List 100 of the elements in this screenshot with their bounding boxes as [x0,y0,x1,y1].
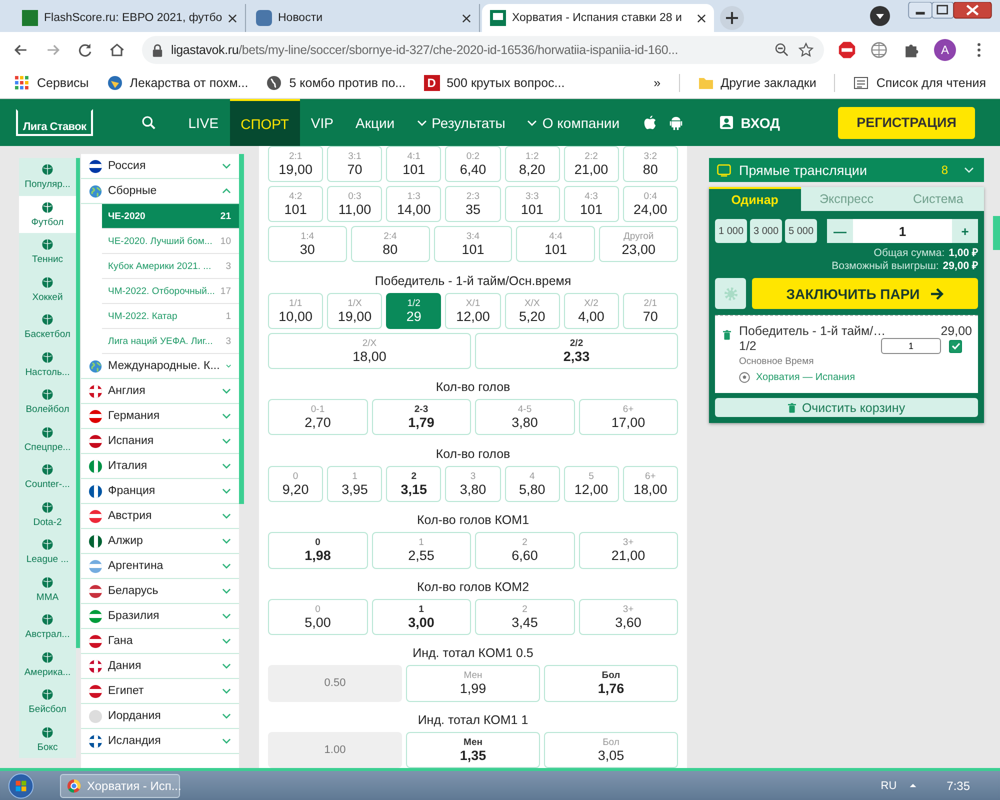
country-item[interactable]: Исландия [81,729,239,754]
sport-item[interactable]: Америка... [19,646,76,683]
nav-link[interactable]: О компании [516,99,631,146]
odds-button[interactable]: 4:2 101 [268,186,324,222]
country-item[interactable]: Международные. К... [81,354,239,379]
sport-item[interactable]: MMA [19,570,76,608]
country-item[interactable]: Франция [81,479,239,504]
login-button[interactable]: ВХОД [720,114,780,130]
odds-button[interactable]: 4:1 101 [386,146,442,182]
odds-button[interactable]: 2-3 1,79 [372,399,471,436]
sport-item[interactable]: Волейбол [19,383,76,420]
country-item[interactable]: Дания [81,654,239,679]
address-bar[interactable]: ligastavok.ru/bets/my-line/soccer/sbornye-id-327/che-2020-id-16536/horwatiia-ispaniia-id-160... [142,36,824,64]
odds-button[interactable]: 1 3,95 [327,466,382,502]
language-indicator[interactable]: RU [880,780,897,792]
sport-item[interactable]: League ... [19,533,76,570]
odds-button[interactable]: 1/X 19,00 [327,292,382,329]
bookmark[interactable]: 5 комбо против по... [266,75,406,91]
quick-amount-button[interactable]: 3 000 [750,219,782,243]
close-icon[interactable] [462,14,471,22]
tray-expand-icon[interactable] [908,783,917,788]
profile-avatar[interactable]: A [934,39,956,61]
clear-slip-button[interactable]: Очистить корзину [715,398,978,417]
plus-button[interactable]: + [952,219,978,243]
start-button[interactable] [8,772,34,798]
odds-button[interactable]: Мен 1,35 [406,732,540,768]
new-tab-icon[interactable] [720,6,744,30]
apple-icon[interactable] [642,114,657,130]
bookmark[interactable]: Сервисы [14,75,89,91]
odds-button[interactable]: 1 2,55 [372,532,471,568]
bookmark[interactable]: D 500 крутых вопрос... [424,75,565,91]
scrollbar-thumb[interactable] [76,158,80,648]
odds-button[interactable]: 3 3,80 [445,466,501,502]
odds-button[interactable]: 2/1 70 [622,292,678,329]
odds-button[interactable]: X/X 5,20 [504,292,560,329]
stake-field[interactable]: 1 [881,338,941,354]
odds-button[interactable]: X/2 4,00 [564,292,619,329]
sport-item[interactable]: Хоккей [19,270,76,308]
reading-list-button[interactable]: Список для чтения [853,75,986,91]
clock[interactable]: 7:35 [946,778,970,792]
checkbox[interactable] [949,340,962,352]
odds-button[interactable]: 0 1,98 [268,532,368,568]
trash-icon[interactable] [723,330,731,340]
odds-button[interactable]: Другой 23,00 [599,226,678,262]
odds-button[interactable]: X/1 12,00 [445,292,501,329]
globe-icon[interactable] [870,41,888,59]
sport-item[interactable]: Counter-... [19,458,76,496]
sport-item[interactable]: Австрал... [19,608,76,646]
odds-button[interactable]: 4 5,80 [504,466,560,502]
odds-button[interactable]: 5 12,00 [564,466,619,502]
sport-item[interactable]: Футбол [19,196,76,233]
sport-item[interactable]: Баскетбол [19,308,76,346]
quick-amount-button[interactable]: 5 000 [785,219,817,243]
country-item[interactable]: Россия [81,154,239,179]
country-item[interactable]: Египет [81,679,239,704]
sport-item[interactable]: Популяр... [19,158,76,196]
sport-item[interactable]: Теннис [19,233,76,270]
odds-button[interactable]: Мен 1,99 [406,665,540,702]
odds-button[interactable]: 2:3 35 [445,186,501,222]
country-item[interactable]: Австрия [81,504,239,529]
nav-link[interactable]: VIP [300,99,344,146]
odds-button[interactable]: 1 3,00 [372,598,471,636]
odds-button[interactable]: 1/2 29 [386,292,442,329]
register-button[interactable]: РЕГИСТРАЦИЯ [838,106,975,138]
quick-amount-button[interactable]: 1 000 [715,219,747,243]
country-item[interactable]: Беларусь [81,579,239,604]
country-item[interactable]: Испания [81,429,239,454]
odds-button[interactable]: Бол 3,05 [544,732,678,768]
odds-button[interactable]: 4:3 101 [564,186,619,222]
nav-link[interactable]: Акции [344,99,406,146]
bookmark[interactable]: Лекарства от похм... [106,75,248,91]
odds-button[interactable]: 3:2 80 [622,146,678,182]
odds-button[interactable]: 2/X 18,00 [268,332,471,369]
sport-item[interactable]: Бокс [19,720,76,758]
odds-button[interactable]: 2 6,60 [475,532,574,568]
adblock-icon[interactable] [838,41,856,59]
download-icon[interactable] [870,6,890,26]
country-item[interactable]: Гана [81,629,239,654]
odds-button[interactable]: 2:4 80 [350,226,430,262]
odds-button[interactable]: 4-5 3,80 [475,399,574,436]
close-icon[interactable] [697,14,706,22]
minus-button[interactable]: — [827,219,853,243]
nav-link[interactable]: СПОРТ [230,99,300,146]
odds-button[interactable]: 3+ 21,00 [578,532,678,568]
search-icon[interactable] [141,114,158,130]
odds-button[interactable]: 3:3 101 [504,186,560,222]
sport-item[interactable]: Бейсбол [19,683,76,720]
nav-link[interactable]: Результаты [406,99,516,146]
odds-button[interactable]: 4:4 101 [516,226,596,262]
place-bet-button[interactable]: ЗАКЛЮЧИТЬ ПАРИ [752,278,978,309]
more-bookmarks-button[interactable]: » [654,76,661,90]
country-item[interactable]: Италия [81,454,239,479]
home-icon[interactable] [108,41,126,59]
odds-button[interactable]: 2 3,15 [386,466,442,502]
bet-type-tab[interactable]: Одинар [709,187,801,211]
bookmark-folder[interactable]: Другие закладки [698,75,816,91]
odds-button[interactable]: 2:2 21,00 [564,146,619,182]
odds-button[interactable]: 0:3 11,00 [327,186,382,222]
star-icon[interactable] [798,42,814,58]
odds-button[interactable]: 0 9,20 [268,466,324,502]
